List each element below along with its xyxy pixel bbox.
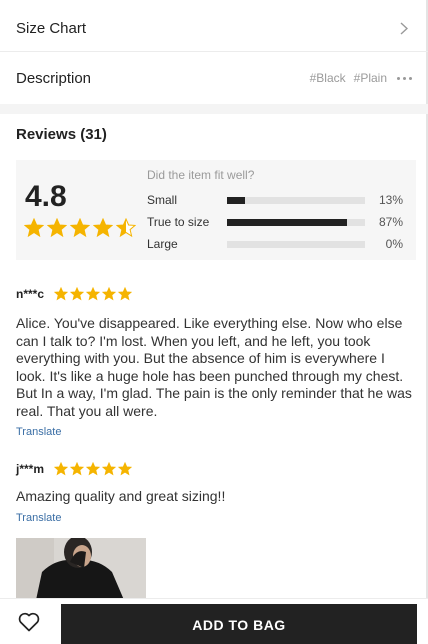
rating-summary: 4.8 Did the item fit well? Small 13% Tru… xyxy=(16,160,416,260)
description-tags: #Black #Plain xyxy=(310,71,412,85)
star-icon xyxy=(47,218,67,238)
fit-label: True to size xyxy=(147,215,210,229)
average-rating-stars xyxy=(24,218,136,238)
review-item: j***m Amazing quality and great sizing!!… xyxy=(16,460,412,524)
review-stars xyxy=(54,287,133,301)
average-rating: 4.8 xyxy=(25,180,67,213)
add-to-bag-button[interactable]: ADD TO BAG xyxy=(61,604,417,644)
star-icon xyxy=(70,287,85,301)
star-icon xyxy=(102,287,117,301)
tag-black[interactable]: #Black xyxy=(310,71,346,85)
fit-row-true-to-size: True to size 87% xyxy=(147,214,403,230)
star-icon xyxy=(54,462,69,476)
fit-question: Did the item fit well? xyxy=(147,168,255,182)
star-icon xyxy=(86,462,101,476)
reviews-title: Reviews (31) xyxy=(16,126,107,143)
review-text: Alice. You've disappeared. Like everythi… xyxy=(16,315,412,419)
fit-percent: 0% xyxy=(385,237,403,251)
review-text: Amazing quality and great sizing!! xyxy=(16,488,226,504)
review-stars xyxy=(54,462,133,476)
star-icon xyxy=(118,462,133,476)
review-header: n***c xyxy=(16,285,412,303)
review-item: n***c Alice. You've disappeared. Like ev… xyxy=(16,285,412,438)
star-icon xyxy=(86,287,101,301)
fit-percent: 87% xyxy=(378,215,403,229)
review-header: j***m xyxy=(16,460,412,478)
section-divider xyxy=(0,104,428,114)
size-chart-label: Size Chart xyxy=(16,20,87,37)
fit-bar-fill xyxy=(227,196,245,204)
star-icon xyxy=(70,218,90,238)
fit-bar-fill xyxy=(227,218,348,226)
fit-bar-track xyxy=(227,240,365,248)
description-label: Description xyxy=(16,69,92,87)
description-row[interactable]: Description #Black #Plain xyxy=(0,52,428,104)
more-icon[interactable] xyxy=(397,76,412,80)
fit-bar-track xyxy=(227,218,365,226)
star-icon xyxy=(24,218,44,238)
star-icon xyxy=(54,287,69,301)
translate-link[interactable]: Translate xyxy=(16,426,412,438)
star-icon xyxy=(116,218,136,238)
reviewer-name: j***m xyxy=(16,462,45,476)
star-icon xyxy=(102,462,117,476)
fit-bar-track xyxy=(227,196,365,204)
chevron-right-icon xyxy=(396,21,412,37)
fit-label: Large xyxy=(147,237,178,251)
fit-percent: 13% xyxy=(378,193,403,207)
fit-label: Small xyxy=(147,193,178,207)
review-photo[interactable] xyxy=(16,538,146,600)
translate-link[interactable]: Translate xyxy=(16,512,412,524)
fit-row-large: Large 0% xyxy=(147,236,403,252)
star-icon xyxy=(70,462,85,476)
reviewer-name: n***c xyxy=(16,287,45,301)
fit-row-small: Small 13% xyxy=(147,192,403,208)
tag-plain[interactable]: #Plain xyxy=(354,71,387,85)
bottom-action-bar: ADD TO BAG xyxy=(0,598,428,644)
star-icon xyxy=(118,287,133,301)
star-icon xyxy=(93,218,113,238)
heart-icon[interactable] xyxy=(18,612,40,632)
size-chart-row[interactable]: Size Chart xyxy=(0,6,428,52)
